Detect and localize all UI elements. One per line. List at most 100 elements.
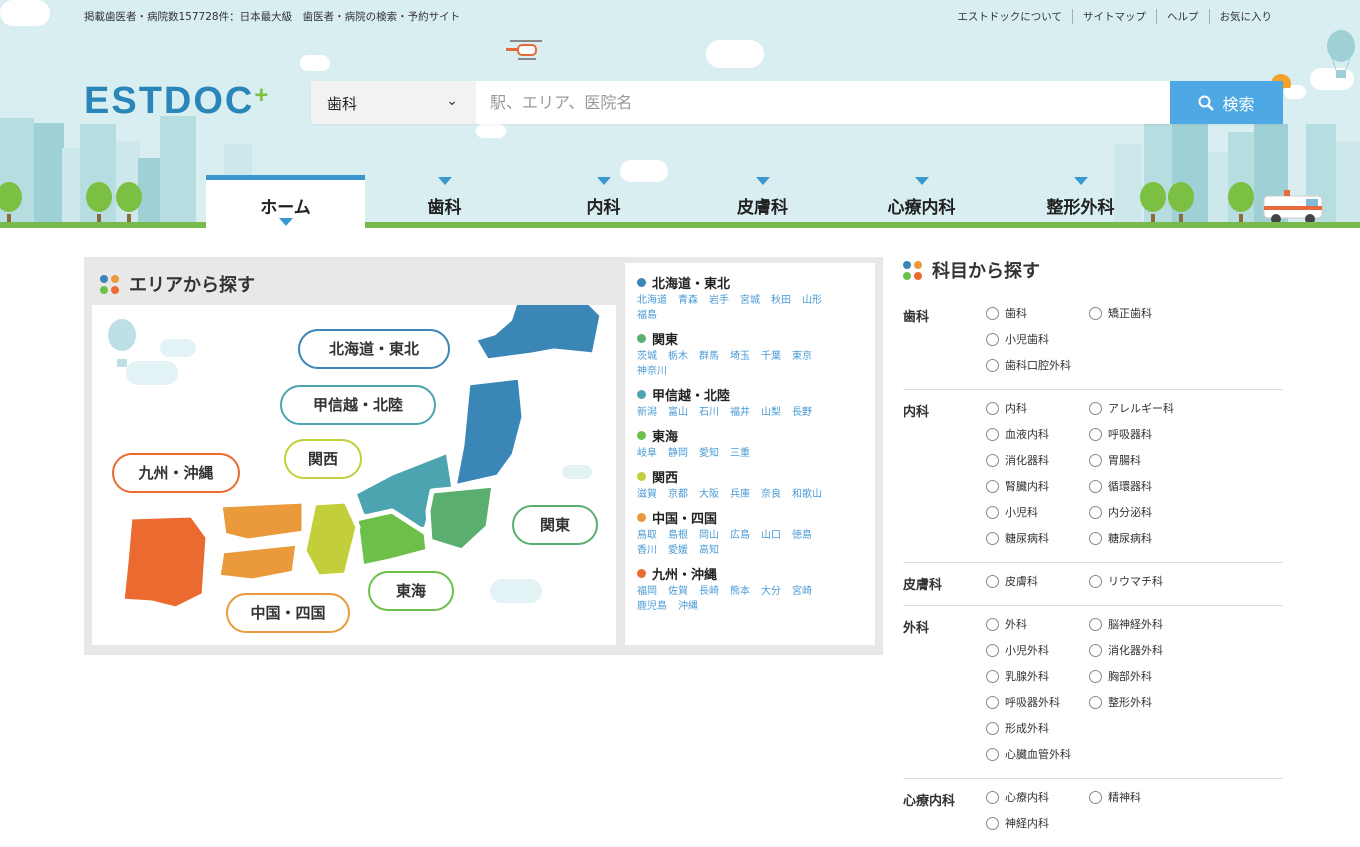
- dept-radio[interactable]: 糖尿病科: [1089, 530, 1192, 546]
- dept-radio[interactable]: 小児歯科: [986, 331, 1089, 347]
- pref-link[interactable]: 山梨: [761, 407, 781, 418]
- link-about[interactable]: エストドックについて: [947, 9, 1072, 24]
- pref-link[interactable]: 埼玉: [730, 351, 750, 362]
- dept-radio[interactable]: 乳腺外科: [986, 668, 1089, 684]
- dept-radio[interactable]: 血液内科: [986, 426, 1089, 442]
- dept-radio[interactable]: 皮膚科: [986, 573, 1089, 589]
- region-heading[interactable]: 甲信越・北陸: [637, 385, 863, 404]
- tab-dental[interactable]: 歯科: [365, 175, 524, 228]
- dept-radio[interactable]: 形成外科: [986, 720, 1089, 736]
- search-input[interactable]: [476, 81, 1170, 124]
- dept-radio[interactable]: 呼吸器外科: [986, 694, 1089, 710]
- pref-link[interactable]: 山口: [761, 530, 781, 541]
- link-sitemap[interactable]: サイトマップ: [1072, 9, 1156, 24]
- map-label-kanto[interactable]: 関東: [512, 505, 598, 545]
- pref-link[interactable]: 長野: [792, 407, 812, 418]
- pref-link[interactable]: 茨城: [637, 351, 657, 362]
- dept-radio[interactable]: 胸部外科: [1089, 668, 1192, 684]
- pref-link[interactable]: 佐賀: [668, 586, 688, 597]
- pref-link[interactable]: 千葉: [761, 351, 781, 362]
- pref-link[interactable]: 北海道: [637, 295, 667, 306]
- dept-radio[interactable]: リウマチ科: [1089, 573, 1192, 589]
- dept-radio[interactable]: 胃腸科: [1089, 452, 1192, 468]
- dept-radio[interactable]: 小児外科: [986, 642, 1089, 658]
- pref-link[interactable]: 岡山: [699, 530, 719, 541]
- pref-link[interactable]: 香川: [637, 545, 657, 556]
- dept-radio[interactable]: 心臓血管外科: [986, 746, 1192, 762]
- dept-radio[interactable]: 内分泌科: [1089, 504, 1192, 520]
- pref-link[interactable]: 岩手: [709, 295, 729, 306]
- pref-link[interactable]: 神奈川: [637, 366, 667, 377]
- pref-link[interactable]: 和歌山: [792, 489, 822, 500]
- map-label-tokai[interactable]: 東海: [368, 571, 454, 611]
- pref-link[interactable]: 愛媛: [668, 545, 688, 556]
- pref-link[interactable]: 福井: [730, 407, 750, 418]
- pref-link[interactable]: 奈良: [761, 489, 781, 500]
- dept-radio[interactable]: 精神科: [1089, 789, 1192, 805]
- dept-radio[interactable]: 整形外科: [1089, 694, 1192, 710]
- tab-psychosomatic[interactable]: 心療内科: [842, 175, 1001, 228]
- pref-link[interactable]: 山形: [802, 295, 822, 306]
- dept-radio[interactable]: 消化器科: [986, 452, 1089, 468]
- pref-link[interactable]: 静岡: [668, 448, 688, 459]
- dept-radio[interactable]: 腎臓内科: [986, 478, 1089, 494]
- pref-link[interactable]: 群馬: [699, 351, 719, 362]
- pref-link[interactable]: 三重: [730, 448, 750, 459]
- category-select[interactable]: 歯科 ⌄: [311, 81, 476, 124]
- region-heading[interactable]: 北海道・東北: [637, 273, 863, 292]
- pref-link[interactable]: 富山: [668, 407, 688, 418]
- pref-link[interactable]: 愛知: [699, 448, 719, 459]
- pref-link[interactable]: 秋田: [771, 295, 791, 306]
- pref-link[interactable]: 大阪: [699, 489, 719, 500]
- pref-link[interactable]: 宮城: [740, 295, 760, 306]
- pref-link[interactable]: 石川: [699, 407, 719, 418]
- region-heading[interactable]: 中国・四国: [637, 508, 863, 527]
- site-logo[interactable]: ESTDOC+: [84, 80, 270, 123]
- link-favorites[interactable]: お気に入り: [1208, 9, 1283, 24]
- dept-radio[interactable]: 歯科口腔外科: [986, 357, 1192, 373]
- pref-link[interactable]: 広島: [730, 530, 750, 541]
- region-heading[interactable]: 関西: [637, 467, 863, 486]
- dept-radio[interactable]: 矯正歯科: [1089, 305, 1192, 321]
- pref-link[interactable]: 宮崎: [792, 586, 812, 597]
- pref-link[interactable]: 滋賀: [637, 489, 657, 500]
- pref-link[interactable]: 栃木: [668, 351, 688, 362]
- dept-radio[interactable]: アレルギー科: [1089, 400, 1192, 416]
- tab-internal-medicine[interactable]: 内科: [524, 175, 683, 228]
- pref-link[interactable]: 新潟: [637, 407, 657, 418]
- tab-orthopedics[interactable]: 整形外科: [1001, 175, 1160, 228]
- pref-link[interactable]: 岐阜: [637, 448, 657, 459]
- dept-radio[interactable]: 消化器外科: [1089, 642, 1192, 658]
- tab-dermatology[interactable]: 皮膚科: [683, 175, 842, 228]
- dept-radio[interactable]: 小児科: [986, 504, 1089, 520]
- pref-link[interactable]: 島根: [668, 530, 688, 541]
- pref-link[interactable]: 兵庫: [730, 489, 750, 500]
- pref-link[interactable]: 沖縄: [678, 601, 698, 612]
- dept-radio[interactable]: 神経内科: [986, 815, 1089, 831]
- pref-link[interactable]: 福島: [637, 310, 657, 321]
- pref-link[interactable]: 福岡: [637, 586, 657, 597]
- map-label-kyushu-okinawa[interactable]: 九州・沖縄: [112, 453, 240, 493]
- pref-link[interactable]: 鳥取: [637, 530, 657, 541]
- dept-radio[interactable]: 循環器科: [1089, 478, 1192, 494]
- dept-radio[interactable]: 呼吸器科: [1089, 426, 1192, 442]
- pref-link[interactable]: 京都: [668, 489, 688, 500]
- map-label-chugoku-shikoku[interactable]: 中国・四国: [226, 593, 350, 633]
- map-label-hokkaido-tohoku[interactable]: 北海道・東北: [298, 329, 450, 369]
- map-label-koshinetsu-hokuriku[interactable]: 甲信越・北陸: [280, 385, 436, 425]
- pref-link[interactable]: 高知: [699, 545, 719, 556]
- pref-link[interactable]: 青森: [678, 295, 698, 306]
- dept-radio[interactable]: 外科: [986, 616, 1089, 632]
- search-button[interactable]: 検索: [1170, 81, 1283, 124]
- map-label-kansai[interactable]: 関西: [284, 439, 362, 479]
- dept-radio[interactable]: 糖尿病科: [986, 530, 1089, 546]
- region-heading[interactable]: 東海: [637, 426, 863, 445]
- dept-radio[interactable]: 脳神経外科: [1089, 616, 1192, 632]
- link-help[interactable]: ヘルプ: [1156, 9, 1209, 24]
- pref-link[interactable]: 熊本: [730, 586, 750, 597]
- dept-radio[interactable]: 歯科: [986, 305, 1089, 321]
- pref-link[interactable]: 鹿児島: [637, 601, 667, 612]
- pref-link[interactable]: 長崎: [699, 586, 719, 597]
- region-heading[interactable]: 関東: [637, 329, 863, 348]
- pref-link[interactable]: 徳島: [792, 530, 812, 541]
